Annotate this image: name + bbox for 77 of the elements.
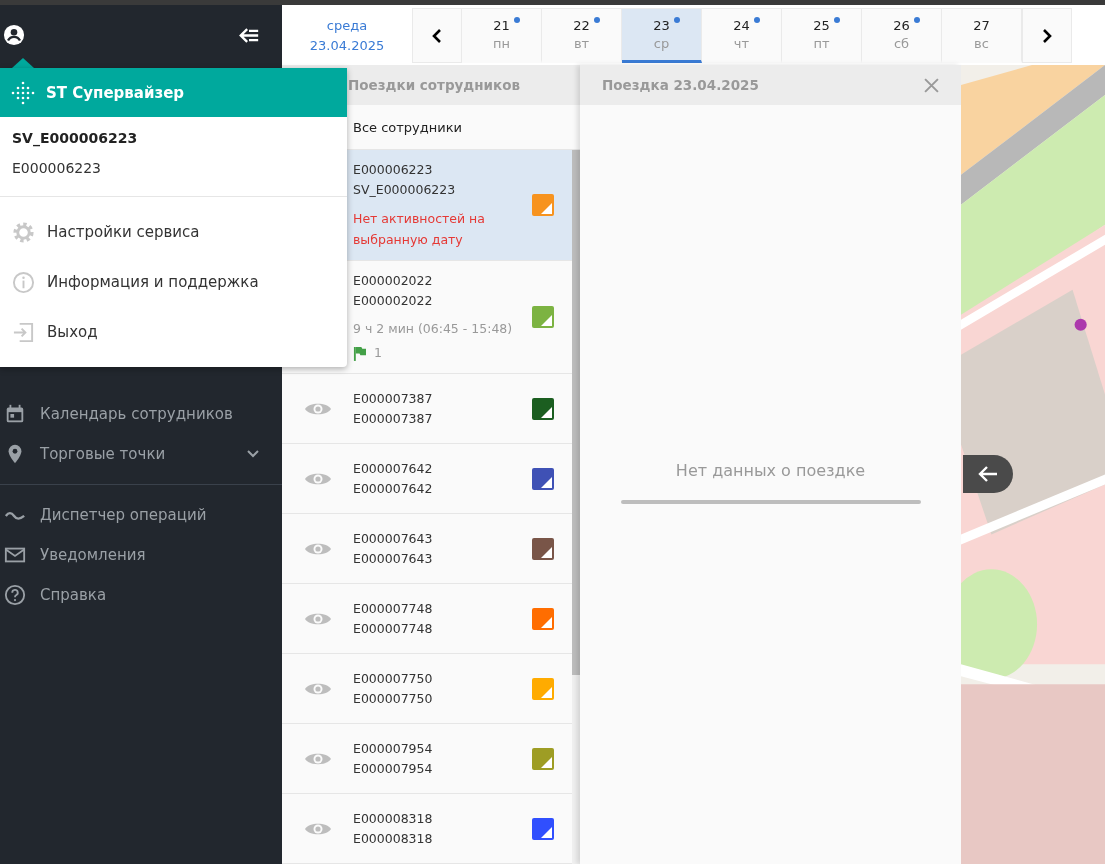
color-swatch[interactable] <box>532 306 554 328</box>
panel-title: Поездка 23.04.2025 <box>602 77 759 93</box>
chevron-left-icon <box>432 27 442 44</box>
arrow-left-icon <box>978 465 998 483</box>
color-swatch[interactable] <box>532 817 554 840</box>
sidebar-item[interactable]: Диспетчер операций <box>0 495 282 535</box>
user-login: SV_E000006223 <box>11 129 139 146</box>
chevron-down-icon[interactable] <box>246 449 260 459</box>
sidebar-label: Торговые точки <box>40 445 167 463</box>
employee-id: E000006223 <box>353 161 434 179</box>
employee-login: E000007643 <box>353 549 434 568</box>
previous-button[interactable] <box>412 8 462 63</box>
gear-icon <box>12 220 35 244</box>
sidebar-item[interactable]: Справка <box>0 575 282 615</box>
color-swatch[interactable] <box>532 397 554 420</box>
empty-message: Нет данных о поездке <box>675 461 866 480</box>
flag-count: 1 <box>374 344 382 362</box>
trip-duration: 9 ч 2 мин (06:45 - 15:48) <box>353 320 514 338</box>
sidebar-label: Справка <box>40 586 108 604</box>
exit-icon <box>12 320 35 344</box>
sidebar-label: Диспетчер операций <box>40 506 208 524</box>
day-tab[interactable]: 23 ср <box>622 8 702 63</box>
employee-login: E000007750 <box>353 689 434 708</box>
sidebar-item[interactable]: Торговые точки <box>0 434 282 474</box>
collapse-menu-icon[interactable] <box>238 26 260 44</box>
employee-login: E000007642 <box>353 479 434 498</box>
color-swatch[interactable] <box>532 747 554 770</box>
flag-icon <box>353 345 366 361</box>
menu-label: Настройки сервиса <box>47 223 200 241</box>
employee-id: E000007387 <box>353 389 434 408</box>
close-icon[interactable] <box>924 77 939 93</box>
sidebar-item[interactable]: Календарь сотрудников <box>0 394 282 434</box>
weekday-text: среда <box>326 17 368 35</box>
menu-label: Выход <box>47 323 98 341</box>
date-text: 23.04.2025 <box>309 36 385 55</box>
employee-login: E000008318 <box>353 829 434 848</box>
day-tab[interactable]: 25 пт <box>782 8 862 63</box>
employee-id: E000007750 <box>353 669 434 688</box>
employee-login: E000007954 <box>353 759 434 778</box>
menu-label: Информация и поддержка <box>47 273 259 291</box>
day-tab[interactable]: 21 пн <box>462 8 542 63</box>
status-note: Нет активностей на выбранную дату <box>353 210 486 249</box>
user-code: E000006223 <box>11 159 102 178</box>
user-avatar-icon[interactable] <box>3 24 25 46</box>
day-tab[interactable]: 26 сб <box>862 8 942 63</box>
color-swatch[interactable] <box>532 677 554 700</box>
employee-id: E000007642 <box>353 459 434 478</box>
employee-id: E000007748 <box>353 599 434 618</box>
dotted-diamond-icon <box>11 80 35 105</box>
calendar-icon <box>4 403 26 425</box>
chevron-right-icon <box>1042 27 1052 44</box>
color-swatch[interactable] <box>532 467 554 490</box>
scrollbar-thumb[interactable] <box>572 150 580 675</box>
employee-id: E000002022 <box>353 272 434 290</box>
employee-id: E000007643 <box>353 529 434 548</box>
color-swatch[interactable] <box>532 194 554 216</box>
sidebar-label: Уведомления <box>40 546 147 564</box>
day-tab[interactable]: 24 чт <box>702 8 782 63</box>
panel-title: Поездки сотрудников <box>348 77 521 93</box>
sidebar-label: Календарь сотрудников <box>40 405 234 423</box>
employee-login: SV_E000006223 <box>353 181 457 199</box>
next-button[interactable] <box>1022 8 1072 63</box>
color-swatch[interactable] <box>532 537 554 560</box>
employee-login: E000007387 <box>353 409 434 428</box>
info-icon <box>12 270 35 294</box>
app-title: ST Супервайзер <box>46 83 185 102</box>
back-button[interactable] <box>963 455 1013 493</box>
employee-login: E000007748 <box>353 619 434 638</box>
help-icon <box>4 584 26 606</box>
employee-login: E000002022 <box>353 292 434 310</box>
employee-id: E000008318 <box>353 809 434 828</box>
day-tab[interactable]: 27 вс <box>942 8 1022 63</box>
day-tab[interactable]: 22 вт <box>542 8 622 63</box>
color-swatch[interactable] <box>532 607 554 630</box>
sidebar-item[interactable]: Уведомления <box>0 535 282 575</box>
employee-id: E000007954 <box>353 739 434 758</box>
wave-icon <box>4 510 26 520</box>
